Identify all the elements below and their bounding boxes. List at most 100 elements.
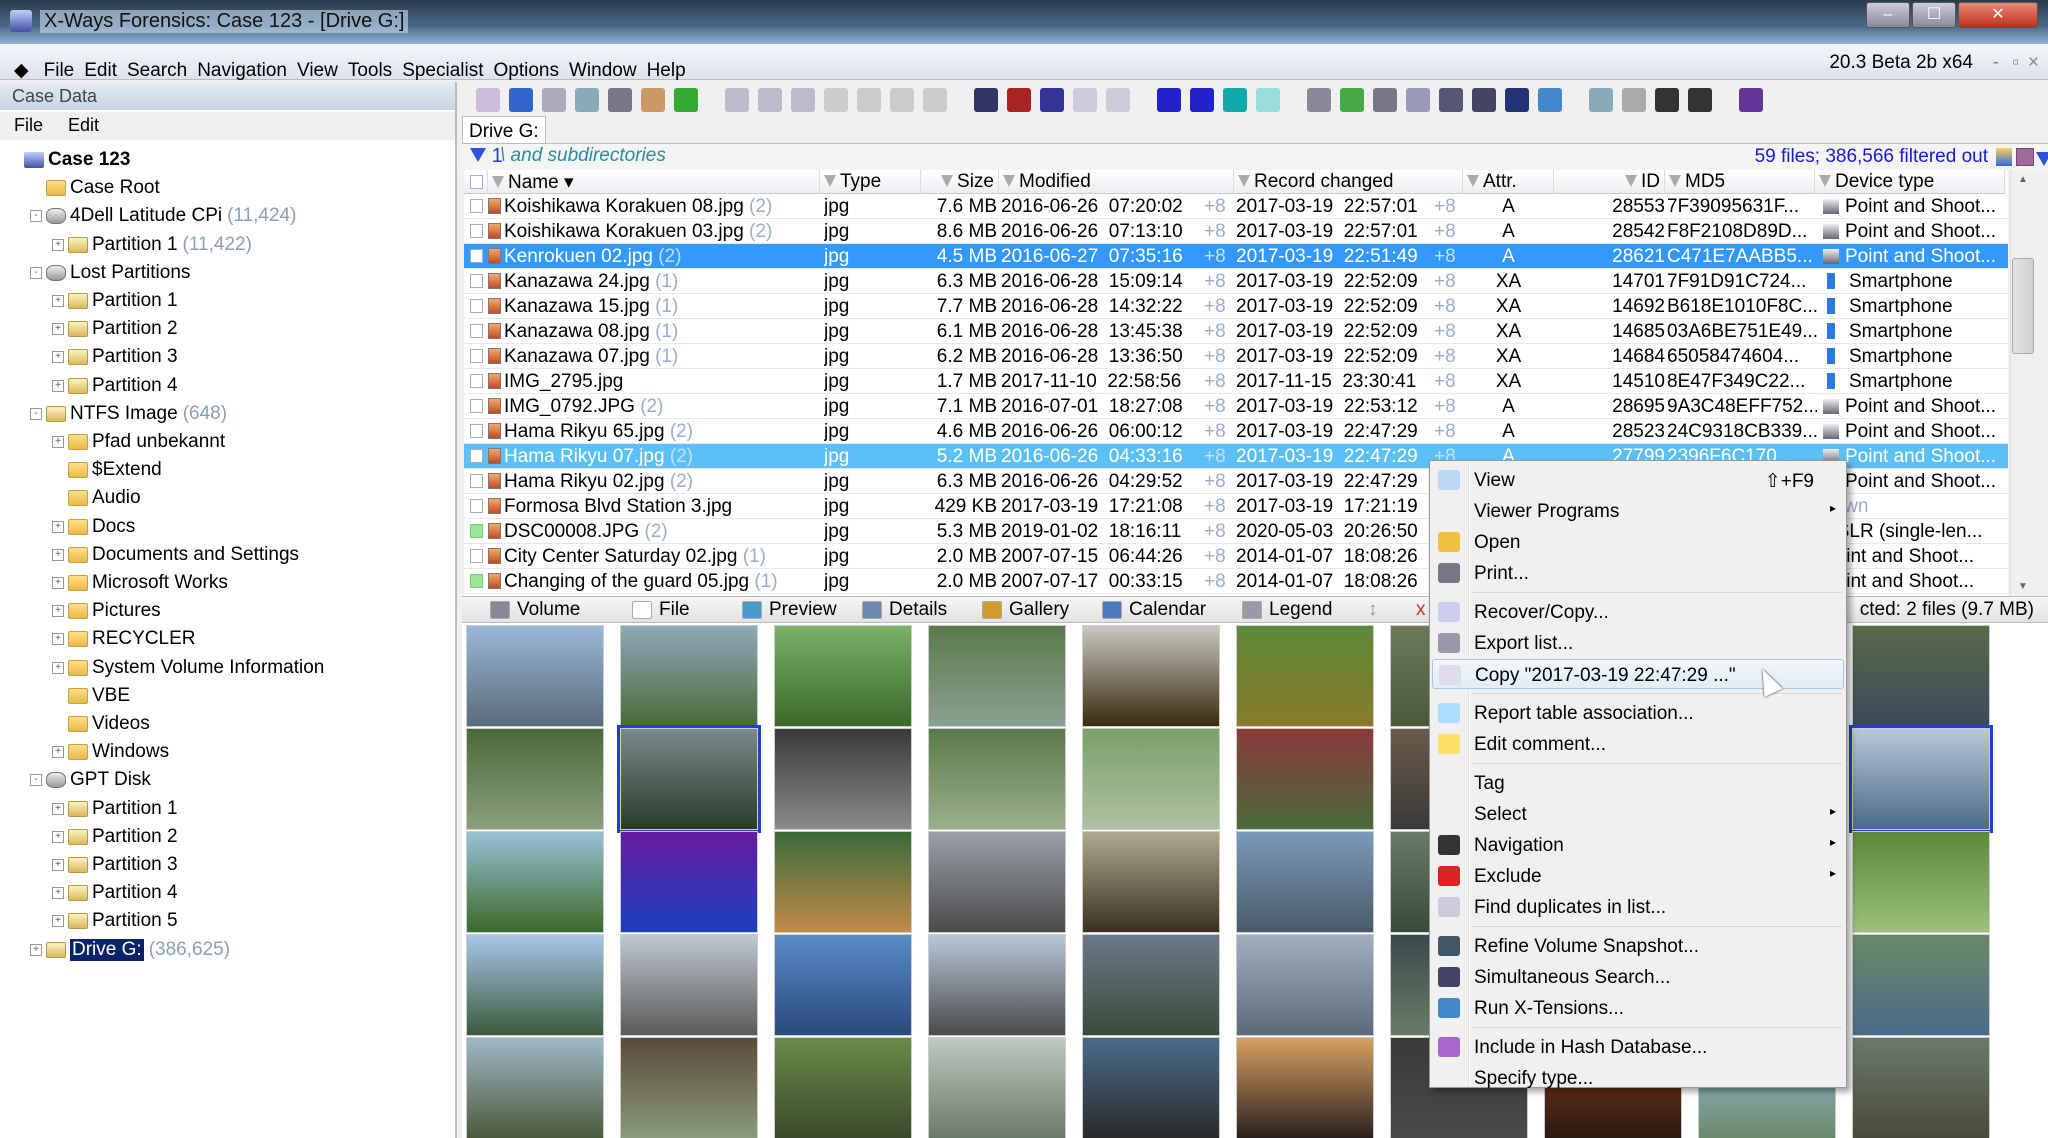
gallery-thumbnail[interactable] — [620, 728, 758, 830]
gallery-thumbnail[interactable] — [466, 728, 604, 830]
replace-hex-icon[interactable] — [1106, 88, 1130, 112]
disk-icon[interactable] — [1307, 88, 1331, 112]
filter-level[interactable]: 1 — [470, 145, 503, 168]
tree-item[interactable]: VBE — [68, 682, 130, 710]
context-menu-item[interactable]: Viewer Programs▸ — [1432, 496, 1844, 526]
context-menu-item[interactable]: Recover/Copy... — [1432, 597, 1844, 627]
search-icon[interactable] — [974, 88, 998, 112]
row-checkbox[interactable] — [470, 449, 483, 463]
table-row[interactable]: Koishikawa Korakuen 08.jpg (2)jpg7.6 MB2… — [464, 194, 2008, 219]
gallery-thumbnail[interactable] — [928, 1037, 1066, 1138]
context-menu-item[interactable]: Navigation▸ — [1432, 830, 1844, 860]
column-header-modified[interactable]: Modified — [999, 170, 1234, 194]
gallery-thumbnail[interactable] — [620, 934, 758, 1036]
context-menu-item[interactable]: Report table association... — [1432, 698, 1844, 728]
expand-icon[interactable]: + — [52, 436, 64, 448]
gallery-thumbnail[interactable] — [620, 625, 758, 727]
gallery-thumbnail[interactable] — [466, 625, 604, 727]
gallery-thumbnail[interactable] — [466, 1037, 604, 1138]
header-checkbox-column[interactable] — [464, 170, 488, 194]
tree-item[interactable]: +Microsoft Works — [52, 569, 228, 597]
mdi-restore-button[interactable]: ▫ — [2007, 44, 2024, 74]
tab-gallery[interactable]: Gallery — [982, 599, 1069, 621]
find-icon[interactable] — [1439, 88, 1463, 112]
tree-item[interactable]: Audio — [68, 484, 141, 512]
tree-item[interactable]: +System Volume Information — [52, 654, 324, 682]
column-filter-icon[interactable] — [492, 176, 504, 188]
gallery-thumbnail[interactable] — [928, 625, 1066, 727]
column-header-type[interactable]: Type — [820, 170, 921, 194]
row-checkbox[interactable] — [470, 499, 483, 513]
table-row[interactable]: Kanazawa 24.jpg (1)jpg6.3 MB2016-06-28 1… — [464, 269, 2008, 294]
column-filter-icon[interactable] — [1669, 175, 1681, 187]
context-menu-item[interactable]: Copy "2017-03-19 22:47:29 ..." — [1432, 659, 1844, 689]
paste-block-icon[interactable] — [857, 88, 881, 112]
context-menu-item[interactable]: Include in Hash Database... — [1432, 1032, 1844, 1062]
open-icon[interactable] — [509, 88, 533, 112]
gallery-thumbnail[interactable] — [1236, 625, 1374, 727]
column-filter-icon[interactable] — [1003, 175, 1015, 187]
edit-icon[interactable] — [923, 88, 947, 112]
column-header-record-changed[interactable]: Record changed — [1234, 170, 1463, 194]
file-list-scrollbar[interactable]: ▲ ▼ — [2010, 170, 2036, 596]
minimize-button[interactable]: – — [1866, 2, 1910, 28]
gallery-thumbnail[interactable] — [1082, 625, 1220, 727]
gallery-thumbnail[interactable] — [928, 831, 1066, 933]
table-row[interactable]: IMG_0792.JPG (2)jpg7.1 MB2016-07-01 18:2… — [464, 394, 2008, 419]
tree-item[interactable]: +Pfad unbekannt — [52, 428, 225, 456]
menu-edit[interactable]: Edit — [79, 52, 122, 82]
tree-item[interactable]: +RECYCLER — [52, 625, 195, 653]
gallery-thumbnail[interactable] — [774, 934, 912, 1036]
hash-icon[interactable] — [1373, 88, 1397, 112]
gallery-thumbnail[interactable] — [774, 625, 912, 727]
gallery-thumbnail[interactable] — [774, 728, 912, 830]
row-checkbox[interactable] — [470, 524, 483, 538]
add-icon[interactable] — [1340, 88, 1364, 112]
table-row[interactable]: Kenrokuen 02.jpg (2)jpg4.5 MB2016-06-27 … — [464, 244, 2008, 269]
back-icon[interactable] — [1223, 88, 1247, 112]
column-filter-icon[interactable] — [1467, 175, 1479, 187]
table-row[interactable]: Kanazawa 15.jpg (1)jpg7.7 MB2016-06-28 1… — [464, 294, 2008, 319]
table-row[interactable]: Kanazawa 08.jpg (1)jpg6.1 MB2016-06-28 1… — [464, 319, 2008, 344]
context-menu-item[interactable]: Simultaneous Search... — [1432, 962, 1844, 992]
column-header-name[interactable]: Name ▾ — [488, 170, 820, 194]
gallery-thumbnail[interactable] — [1082, 831, 1220, 933]
tree-item[interactable]: -Lost Partitions — [30, 259, 190, 287]
expand-icon[interactable]: + — [52, 915, 64, 927]
gallery-thumbnail[interactable] — [1236, 1037, 1374, 1138]
menu-search[interactable]: Search — [122, 52, 192, 82]
gallery-thumbnail[interactable] — [1852, 831, 1990, 933]
mdi-close-button[interactable]: × — [2023, 44, 2044, 74]
expand-icon[interactable]: + — [52, 803, 64, 815]
tab-legend[interactable]: Legend — [1242, 599, 1332, 621]
gallery-thumbnail[interactable] — [1082, 728, 1220, 830]
row-checkbox[interactable] — [470, 574, 483, 588]
column-header-md5[interactable]: MD5 — [1665, 170, 1815, 194]
refresh-icon[interactable] — [575, 88, 599, 112]
tree-item[interactable]: -NTFS Image(648) — [30, 400, 227, 428]
properties-icon[interactable] — [641, 88, 665, 112]
scroll-up-arrow[interactable]: ▲ — [2018, 174, 2028, 185]
gallery-thumbnail[interactable] — [1082, 1037, 1220, 1138]
gallery-thumbnail[interactable] — [1236, 934, 1374, 1036]
row-checkbox[interactable] — [470, 399, 483, 413]
menu-help[interactable]: Help — [642, 52, 691, 82]
tree-icon[interactable] — [1589, 88, 1613, 112]
context-menu-item[interactable]: Open — [1432, 527, 1844, 557]
copy-icon[interactable] — [758, 88, 782, 112]
forward-icon[interactable] — [1256, 88, 1280, 112]
prev-icon[interactable] — [1655, 88, 1679, 112]
app-menu-icon[interactable]: ◆ — [0, 51, 34, 82]
collapse-icon[interactable]: - — [30, 408, 42, 420]
export-icon[interactable] — [674, 88, 698, 112]
expand-icon[interactable]: + — [52, 831, 64, 843]
expand-icon[interactable]: + — [52, 351, 64, 363]
table-row[interactable]: Hama Rikyu 65.jpg (2)jpg4.6 MB2016-06-26… — [464, 419, 2008, 444]
context-menu-item[interactable]: Tag — [1432, 768, 1844, 798]
expand-icon[interactable]: + — [52, 662, 64, 674]
expand-icon[interactable]: + — [52, 633, 64, 645]
gallery-thumbnail[interactable] — [1852, 625, 1990, 727]
context-menu-item[interactable]: Find duplicates in list... — [1432, 892, 1844, 922]
save-icon[interactable] — [2016, 148, 2034, 166]
scrollbar-thumb[interactable] — [2012, 258, 2034, 354]
